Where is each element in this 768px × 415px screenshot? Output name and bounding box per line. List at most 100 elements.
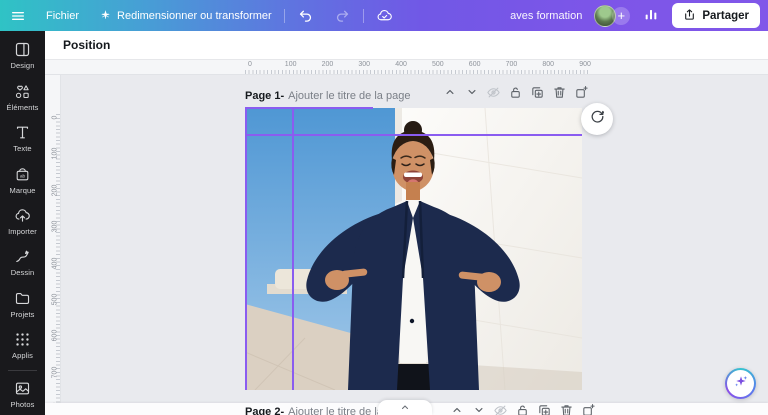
chevron-up-icon [450, 403, 464, 415]
move-page-up-button[interactable] [449, 405, 464, 415]
hruler-label: 300 [358, 61, 371, 68]
share-button[interactable]: Partager [672, 3, 760, 28]
vruler-label: 600 [51, 330, 59, 342]
hruler-label: 100 [284, 61, 297, 68]
delete-page-button[interactable] [552, 86, 567, 102]
file-menu-button[interactable]: Fichier [36, 0, 89, 31]
sidebar-item-design[interactable]: Design [0, 35, 45, 76]
chevron-down-icon [465, 85, 479, 104]
sidebar-item-marque[interactable]: ab Marque [0, 159, 45, 200]
hide-page-button[interactable] [493, 405, 508, 415]
sidebar-item-photos[interactable]: Photos [0, 374, 45, 415]
sidebar-item-texte[interactable]: Texte [0, 118, 45, 159]
guide-vertical-left[interactable] [245, 108, 247, 390]
regenerate-button[interactable] [581, 103, 613, 135]
text-icon [14, 124, 31, 141]
plus-icon: + [617, 8, 626, 23]
sidebar-item-label: Marque [9, 185, 36, 195]
unlock-icon [515, 403, 530, 415]
position-button[interactable]: Position [63, 38, 110, 52]
sidebar-item-label: Importer [8, 227, 37, 237]
hruler-label: 700 [505, 61, 518, 68]
hruler-label: 500 [432, 61, 444, 68]
trash-icon [559, 403, 574, 415]
undo-icon [297, 7, 314, 24]
delete-page-button[interactable] [559, 403, 574, 415]
sidebar-item-label: Dessin [10, 268, 35, 278]
duplicate-page-button[interactable] [537, 403, 552, 415]
left-sidebar: Design Éléments Texte ab Marque Importer … [0, 31, 45, 415]
duplicate-icon [530, 85, 545, 105]
sidebar-item-dessin[interactable]: Dessin [0, 242, 45, 283]
page1-header: Page 1 - Ajouter le titre de la page [245, 85, 588, 105]
canva-assistant-button[interactable] [725, 368, 756, 399]
duplicate-page-button[interactable] [530, 85, 545, 105]
share-button-label: Partager [702, 9, 749, 22]
undo-button[interactable] [287, 0, 324, 31]
add-page-button[interactable] [574, 85, 589, 105]
sidebar-item-label: Design [10, 61, 35, 71]
redo-icon [334, 7, 351, 24]
hruler-label: 600 [468, 61, 481, 68]
eye-off-icon [486, 85, 501, 105]
vruler-label: 200 [51, 184, 59, 197]
page1-canvas-photo[interactable] [245, 108, 582, 390]
insights-button[interactable] [636, 3, 666, 29]
page2-separator: - [280, 406, 285, 415]
hruler-label: 0 [248, 61, 252, 68]
vruler-label: 700 [51, 366, 59, 379]
lock-page-button[interactable] [515, 405, 530, 415]
page1-title[interactable]: Page 1 [245, 90, 280, 102]
guide-vertical-inner[interactable] [292, 108, 294, 390]
expand-pages-button[interactable] [378, 400, 432, 415]
add-page-icon [574, 85, 589, 105]
page2-title[interactable]: Page 2 [245, 406, 280, 415]
lock-page-button[interactable] [508, 87, 523, 102]
hruler-label: 200 [321, 61, 334, 68]
hide-page-button[interactable] [486, 87, 501, 102]
vertical-ruler: 0100200300400500600700800 [45, 75, 61, 415]
main-menu-button[interactable] [0, 0, 36, 31]
duplicate-icon [537, 403, 552, 415]
vruler-label: 300 [51, 220, 59, 233]
chevron-up-icon [399, 400, 411, 415]
add-page-icon [581, 403, 596, 415]
sidebar-item-applis[interactable]: Applis [0, 325, 45, 366]
magic-star-icon [99, 9, 112, 22]
elements-icon [14, 83, 31, 100]
resize-button-label: Redimensionner ou transformer [117, 9, 272, 22]
canvas-workspace: 0 100 200 300 400 500 600 700 800 900 0 100 200 300 4… [45, 60, 768, 415]
redo-button[interactable] [324, 0, 361, 31]
unlock-icon [508, 85, 523, 105]
sparkle-icon [733, 373, 749, 394]
page2-actions [449, 403, 596, 415]
horizontal-ruler: 0 100 200 300 400 500 600 700 800 900 [45, 60, 768, 75]
sidebar-item-projets[interactable]: Projets [0, 284, 45, 325]
move-page-up-button[interactable] [442, 87, 457, 102]
apps-grid-icon [14, 331, 31, 348]
save-status-button[interactable] [366, 0, 403, 31]
draw-icon [14, 248, 31, 265]
add-page-button[interactable] [581, 403, 596, 415]
sidebar-item-label: Éléments [6, 102, 39, 112]
resize-button[interactable]: Redimensionner ou transformer [89, 0, 282, 31]
guide-horizontal-main[interactable] [245, 134, 582, 136]
page1-actions [442, 85, 589, 105]
move-page-down-button[interactable] [471, 405, 486, 415]
topbar-divider [283, 8, 285, 23]
add-member-button[interactable]: + [612, 6, 631, 25]
hruler-label: 800 [542, 61, 555, 68]
design-icon [14, 41, 31, 58]
photo-woman-pointing [245, 108, 582, 390]
chevron-down-icon [472, 403, 486, 415]
page1-title-placeholder[interactable]: Ajouter le titre de la page [288, 90, 410, 102]
move-page-down-button[interactable] [464, 87, 479, 102]
file-menu-label: Fichier [46, 9, 80, 22]
vruler-label: 500 [51, 293, 59, 306]
guide-horizontal-top[interactable] [245, 107, 373, 109]
sidebar-item-importer[interactable]: Importer [0, 201, 45, 242]
eye-off-icon [493, 403, 508, 415]
document-title[interactable]: aves formation [510, 10, 582, 22]
sidebar-item-elements[interactable]: Éléments [0, 76, 45, 117]
upload-cloud-icon [14, 207, 31, 224]
